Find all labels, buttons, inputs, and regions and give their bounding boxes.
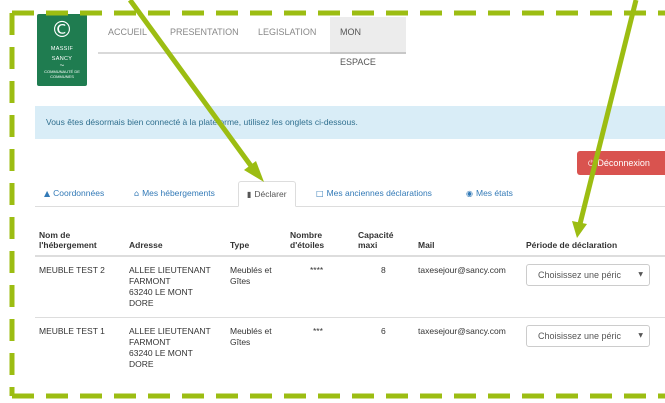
table-header-divider (35, 255, 665, 257)
cell-capacity: 6 (381, 326, 386, 336)
cell-name: MEUBLE TEST 1 (39, 326, 105, 336)
row-divider (35, 317, 665, 318)
cell-address-line: 63240 LE MONT (129, 287, 193, 297)
logout-label: Déconnexion (597, 158, 650, 168)
nav-item-presentation[interactable]: PRESENTATION (160, 17, 248, 54)
nav-item-accueil[interactable]: ACCUEIL (98, 17, 160, 54)
tab-declarer[interactable]: ▮ Déclarer (238, 181, 296, 207)
cell-address-line: ALLEE LIEUTENANT (129, 326, 211, 336)
header-etoiles-line2: d'étoiles (290, 240, 325, 250)
cell-stars: **** (310, 265, 324, 275)
massif-sancy-logo[interactable]: © MASSIF SANCY ~ COMMUNAUTÉ DE COMMUNES (37, 14, 87, 86)
power-icon: ⏻ (588, 159, 595, 168)
tab-mes-anciennes-declarations[interactable]: □ Mes anciennes déclarations (316, 181, 432, 206)
header-nom: Nom de l'hébergement (39, 230, 97, 250)
wave-icon: ~ (59, 61, 65, 70)
nav-item-mon-espace[interactable]: MON ESPACE (330, 17, 406, 67)
header-capacite: Capacité maxi (358, 230, 393, 250)
cell-address-line: DORE (129, 298, 154, 308)
inbox-icon: □ (316, 189, 324, 198)
nav-item-label: MON ESPACE (340, 27, 376, 67)
spiral-logo-icon: © (51, 18, 73, 43)
cell-capacity: 8 (381, 265, 386, 275)
nav-item-label: PRESENTATION (170, 27, 239, 37)
nav-item-label: ACCUEIL (108, 27, 148, 37)
eye-icon: ◉ (466, 189, 473, 198)
cell-type: Meublés et Gîtes (230, 326, 272, 348)
header-nom-line1: Nom de (39, 230, 71, 240)
period-select-value: Choisissez une péric (538, 270, 622, 280)
header-mail: Mail (418, 240, 435, 250)
tab-coordonnees[interactable]: ▲ Coordonnées (44, 181, 104, 206)
caret-down-icon: ▼ (638, 271, 643, 278)
account-tabs: ▲ Coordonnées ⌂ Mes hébergements ▮ Déclarer… (35, 181, 665, 207)
cell-type-line: Meublés et (230, 265, 272, 275)
header-capacite-line2: maxi (358, 240, 378, 250)
caret-down-icon: ▼ (638, 332, 643, 339)
header-periode: Période de déclaration (526, 240, 618, 250)
cell-type-line: Gîtes (230, 337, 251, 347)
cell-type-line: Gîtes (230, 276, 251, 286)
period-select-value: Choisissez une péric (538, 331, 622, 341)
cell-address-line: DORE (129, 359, 154, 369)
tab-label: Coordonnées (53, 188, 105, 198)
period-select[interactable]: Choisissez une péric ▼ (526, 264, 650, 286)
header-capacite-line1: Capacité (358, 230, 394, 240)
period-select[interactable]: Choisissez une péric ▼ (526, 325, 650, 347)
cell-mail: taxesejour@sancy.com (418, 326, 506, 336)
cell-stars: *** (313, 326, 323, 336)
cell-type-line: Meublés et (230, 326, 272, 336)
logo-text-community: COMMUNAUTÉ DE COMMUNES (44, 69, 80, 79)
header-type: Type (230, 240, 250, 250)
cell-address: ALLEE LIEUTENANT FARMONT 63240 LE MONT D… (129, 265, 211, 309)
cell-name: MEUBLE TEST 2 (39, 265, 105, 275)
cell-address-line: FARMONT (129, 276, 171, 286)
user-icon: ▲ (44, 189, 51, 198)
tab-label: Mes anciennes déclarations (326, 188, 432, 198)
file-icon: ▮ (247, 190, 252, 199)
nav-item-legislation[interactable]: LEGISLATION (248, 17, 330, 54)
home-icon: ⌂ (134, 189, 140, 198)
connection-alert: Vous êtes désormais bien connecté à la p… (35, 106, 665, 139)
cell-type: Meublés et Gîtes (230, 265, 272, 287)
cell-address-line: FARMONT (129, 337, 171, 347)
header-etoiles-line1: Nombre (290, 230, 323, 240)
tab-label: Mes hébergements (142, 188, 215, 198)
tab-mes-etats[interactable]: ◉ Mes états (466, 181, 513, 206)
logout-button[interactable]: ⏻ Déconnexion (577, 151, 665, 175)
header-adresse: Adresse (129, 240, 163, 250)
cell-address-line: ALLEE LIEUTENANT (129, 265, 211, 275)
cell-mail: taxesejour@sancy.com (418, 265, 506, 275)
tab-mes-hebergements[interactable]: ⌂ Mes hébergements (134, 181, 215, 206)
tab-label: Déclarer (254, 189, 287, 199)
tab-label: Mes états (475, 188, 513, 198)
logo-text-massif: MASSIF (50, 46, 74, 52)
header-nom-line2: l'hébergement (39, 240, 97, 250)
cell-address-line: 63240 LE MONT (129, 348, 193, 358)
cell-address: ALLEE LIEUTENANT FARMONT 63240 LE MONT D… (129, 326, 211, 370)
alert-text: Vous êtes désormais bien connecté à la p… (46, 117, 358, 127)
header-etoiles: Nombre d'étoiles (290, 230, 324, 250)
nav-item-label: LEGISLATION (258, 27, 317, 37)
